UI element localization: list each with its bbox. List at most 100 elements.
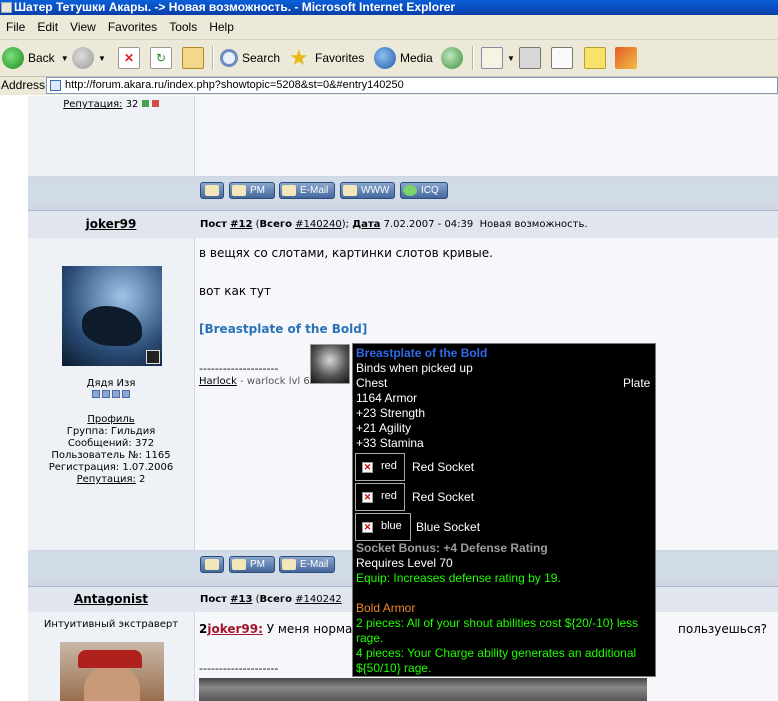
item-thumbnail-icon <box>310 344 350 384</box>
email-icon <box>282 185 296 196</box>
grid-icon <box>146 350 160 364</box>
home-button[interactable] <box>182 44 208 72</box>
icq-button[interactable]: ICQ <box>400 182 448 199</box>
prev-post-body <box>195 96 778 176</box>
profile-icon <box>205 559 219 570</box>
pm-icon <box>232 185 246 196</box>
email-button[interactable]: E-Mail <box>279 182 335 199</box>
post-user-cell: Дядя Изя Профиль Группа: Гильдия Сообщен… <box>28 238 194 550</box>
tooltip-socket-bonus: Socket Bonus: +4 Defense Rating <box>356 541 548 555</box>
messenger-button[interactable] <box>615 44 641 72</box>
page-icon <box>50 80 61 91</box>
pm-button[interactable]: PM <box>229 556 275 573</box>
mail-button[interactable]: ▼ <box>481 44 515 72</box>
tooltip-set-bonus: ${50/10} rage. <box>356 661 432 675</box>
forward-arrow-icon <box>72 47 94 69</box>
tooltip-equip: Equip: Increases defense rating by 19. <box>356 571 561 585</box>
media-button[interactable]: Media <box>374 44 433 72</box>
discuss-button[interactable] <box>584 44 610 72</box>
menu-help[interactable]: Help <box>203 15 240 39</box>
menu-file[interactable]: File <box>0 15 31 39</box>
search-button[interactable]: Search <box>220 44 280 72</box>
star-icon: ★ <box>289 45 309 70</box>
note-icon <box>584 47 606 69</box>
tooltip-requirement: Requires Level 70 <box>356 556 453 570</box>
menu-edit[interactable]: Edit <box>31 15 64 39</box>
stop-button[interactable]: ✕ <box>118 44 144 72</box>
profile-button[interactable] <box>200 182 224 199</box>
socket-label: Red Socket <box>412 460 475 474</box>
post-number-link[interactable]: #13 <box>230 594 252 605</box>
post-user-cell: Интуитивный экстраверт <box>28 612 194 701</box>
messenger-icon <box>615 47 637 69</box>
edit-page-icon <box>551 47 573 69</box>
toolbar: Back ▼ ▼ ✕ ↻ Search ★ Favorites Media ▼ <box>0 40 778 77</box>
refresh-button[interactable]: ↻ <box>150 44 176 72</box>
mention-link[interactable]: joker99: <box>207 622 263 636</box>
profile-button[interactable] <box>200 556 224 573</box>
history-button[interactable] <box>441 44 467 72</box>
signature-separator: -------------------- <box>199 662 279 675</box>
tooltip-type: Plate <box>623 376 651 390</box>
post-date: 7.02.2007 - 04:39 <box>383 219 474 230</box>
email-button[interactable]: E-Mail <box>279 556 335 573</box>
total-number-link[interactable]: #140240 <box>295 219 342 230</box>
pm-icon <box>232 559 246 570</box>
dropdown-arrow-icon[interactable]: ▼ <box>98 54 106 63</box>
post-header: joker99 Пост #12 (Всего #140240); Дата 7… <box>28 210 778 239</box>
window-title-bar: Шатер Тетушки Акары. -> Новая возможност… <box>0 0 778 15</box>
icq-flower-icon <box>403 185 417 196</box>
dropdown-arrow-icon[interactable]: ▼ <box>507 54 515 63</box>
forward-button[interactable]: ▼ <box>72 44 106 72</box>
reputation-value: 2 <box>139 474 146 485</box>
profile-link[interactable]: Профиль <box>28 414 194 426</box>
history-icon <box>441 47 463 69</box>
post-info: Пост #12 (Всего #140240); Дата 7.02.2007… <box>200 219 588 230</box>
menu-tools[interactable]: Tools <box>163 15 203 39</box>
favorites-button[interactable]: ★ Favorites <box>289 44 364 72</box>
avatar <box>60 642 164 701</box>
signature-banner-image <box>199 678 647 701</box>
signature-separator: -------------------- <box>199 362 279 375</box>
post-author[interactable]: joker99 <box>86 217 137 231</box>
tooltip-set-bonus: 2 pieces: All of your shout abilities co… <box>356 616 639 630</box>
user-group: Группа: Гильдия <box>66 426 156 437</box>
address-input[interactable]: http://forum.akara.ru/index.php?showtopi… <box>46 77 778 94</box>
bandana-shape <box>78 650 142 668</box>
post-author[interactable]: Antagonist <box>74 592 148 606</box>
signature-link[interactable]: Harlock <box>199 376 237 387</box>
refresh-icon: ↻ <box>150 47 172 69</box>
menu-favorites[interactable]: Favorites <box>102 15 163 39</box>
post-subject: Новая возможность. <box>479 219 588 230</box>
total-number-link[interactable]: #140242 <box>295 594 342 605</box>
face-shape <box>84 668 140 701</box>
home-icon <box>182 47 204 69</box>
pm-button[interactable]: PM <box>229 182 275 199</box>
address-bar: Address http://forum.akara.ru/index.php?… <box>0 77 778 95</box>
menu-view[interactable]: View <box>64 15 102 39</box>
home-icon <box>343 185 357 196</box>
socket-label: Blue Socket <box>416 520 481 534</box>
edit-button[interactable] <box>551 44 577 72</box>
dropdown-arrow-icon[interactable]: ▼ <box>61 54 69 63</box>
www-button[interactable]: WWW <box>340 182 395 199</box>
print-button[interactable] <box>519 44 545 72</box>
window-title: Шатер Тетушки Акары. -> Новая возможност… <box>14 0 456 14</box>
broken-image-icon: ✕ <box>362 492 373 503</box>
post-number-link[interactable]: #12 <box>230 219 252 230</box>
back-button[interactable]: Back ▼ <box>2 44 69 72</box>
reputation-link[interactable]: Репутация: <box>77 474 136 485</box>
rep-minus-icon[interactable] <box>151 100 159 107</box>
tooltip-stat: +21 Agility <box>356 421 412 435</box>
tooltip-set-name: Bold Armor <box>356 601 416 615</box>
print-icon <box>519 47 541 69</box>
tooltip-item-name: Breastplate of the Bold <box>356 346 488 360</box>
reputation-link[interactable]: Репутация: <box>63 99 122 110</box>
prev-post-buttons: PM E-Mail WWW ICQ <box>28 177 778 204</box>
rep-plus-icon[interactable] <box>141 100 149 107</box>
socket-image: ✕ red <box>355 483 405 511</box>
item-tooltip: Breastplate of the Bold Binds when picke… <box>352 343 656 677</box>
avatar <box>62 266 162 366</box>
socket-image: ✕ red <box>355 453 405 481</box>
item-link[interactable]: [Breastplate of the Bold] <box>199 322 367 336</box>
